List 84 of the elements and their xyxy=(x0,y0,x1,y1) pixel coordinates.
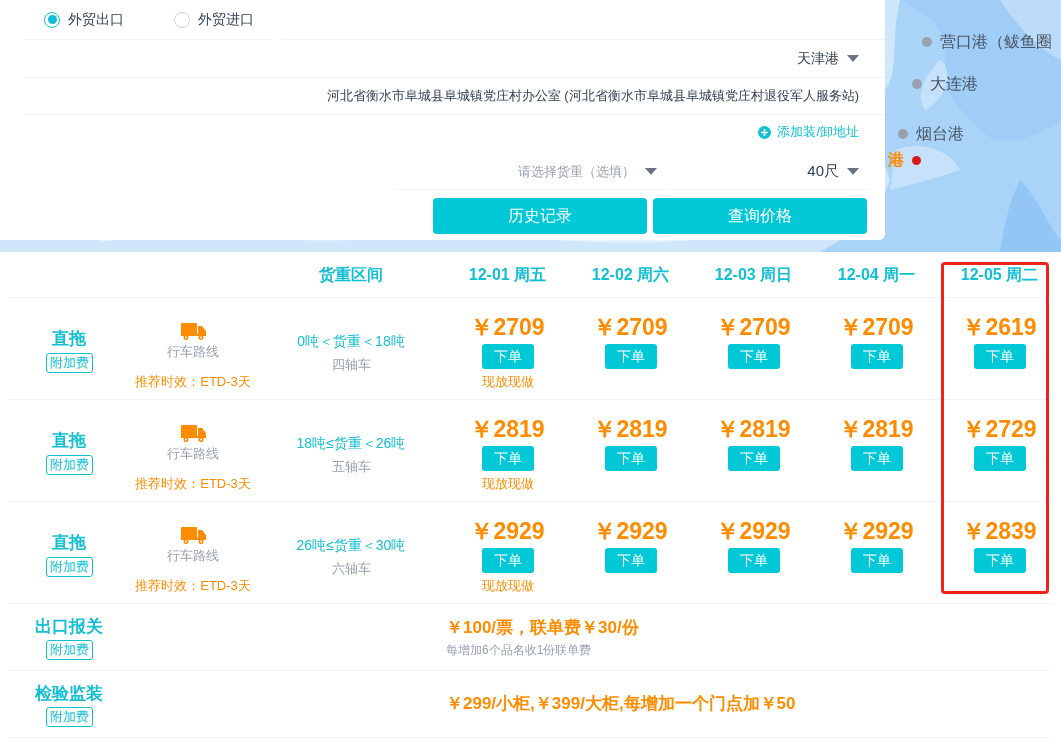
port-select[interactable]: 天津港 xyxy=(797,48,859,69)
map-label: 港 xyxy=(888,150,904,170)
order-button[interactable]: 下单 xyxy=(604,344,657,369)
add-address-link[interactable]: 添加装/卸地址 xyxy=(758,122,859,142)
price: ￥2929 xyxy=(839,517,914,546)
weight-range: 0吨＜货重＜18吨 xyxy=(297,332,405,351)
price: ￥2709 xyxy=(716,313,791,342)
map-label: 大连港 xyxy=(930,74,978,94)
order-button[interactable]: 下单 xyxy=(850,548,903,573)
weight-range: 18吨≤货重＜26吨 xyxy=(296,434,406,453)
fee-price: ￥299/小柜,￥399/大柜,每增加一个门点加￥50 xyxy=(446,693,797,716)
column-header: 货重区间 xyxy=(319,265,383,283)
transport-mode: 直拖 xyxy=(52,532,86,554)
route-link[interactable]: 行车路线 xyxy=(167,342,219,362)
action-button[interactable]: 查询价格 xyxy=(653,198,867,234)
eta-text: 推荐时效：ETD-3天 xyxy=(135,474,251,493)
order-button[interactable]: 下单 xyxy=(973,344,1026,369)
radio-option[interactable]: 外贸进口 xyxy=(174,9,254,30)
order-button[interactable]: 下单 xyxy=(973,446,1026,471)
order-button[interactable]: 下单 xyxy=(850,344,903,369)
fee-price: ￥100/票，联单费￥30/份 xyxy=(446,617,640,640)
surcharge-tag[interactable]: 附加费 xyxy=(45,707,93,728)
stock-note: 现放现做 xyxy=(481,475,534,493)
price: ￥2929 xyxy=(716,517,791,546)
stock-note: 现放现做 xyxy=(481,577,534,595)
truck-type: 六轴车 xyxy=(331,560,371,578)
eta-text: 推荐时效：ETD-3天 xyxy=(135,576,251,595)
caret-icon xyxy=(645,168,657,175)
date-header: 12-05 周二 xyxy=(960,265,1039,283)
price: ￥2929 xyxy=(470,517,545,546)
route-link[interactable]: 行车路线 xyxy=(167,546,219,566)
fee-name: 出口报关 xyxy=(35,615,103,638)
order-button[interactable]: 下单 xyxy=(727,548,780,573)
price: ￥2709 xyxy=(839,313,914,342)
date-header: 12-01 周五 xyxy=(468,265,547,283)
fee-name: 检验监装 xyxy=(35,682,103,705)
order-button[interactable]: 下单 xyxy=(481,344,534,369)
truck-type: 四轴车 xyxy=(331,356,371,374)
truck-icon xyxy=(180,323,206,340)
map-label: 营口港（鲅鱼圈 xyxy=(940,32,1052,52)
order-button[interactable]: 下单 xyxy=(850,446,903,471)
order-button[interactable]: 下单 xyxy=(727,446,780,471)
price: ￥2729 xyxy=(962,415,1037,444)
date-header: 12-02 周六 xyxy=(591,265,670,283)
fee-note: 每增加6个品名收1份联单费 xyxy=(446,641,593,659)
price: ￥2709 xyxy=(470,313,545,342)
surcharge-tag[interactable]: 附加费 xyxy=(45,454,93,475)
price: ￥2839 xyxy=(962,517,1037,546)
order-button[interactable]: 下单 xyxy=(481,446,534,471)
price: ￥2819 xyxy=(593,415,668,444)
truck-icon xyxy=(180,527,206,544)
price: ￥2819 xyxy=(470,415,545,444)
stock-note: 现放现做 xyxy=(481,373,534,391)
date-header: 12-04 周一 xyxy=(837,265,916,283)
date-header: 12-03 周日 xyxy=(714,265,793,283)
eta-text: 推荐时效：ETD-3天 xyxy=(135,372,251,391)
order-button[interactable]: 下单 xyxy=(604,548,657,573)
truck-type: 五轴车 xyxy=(331,458,371,476)
price: ￥2819 xyxy=(716,415,791,444)
address-text: 河北省衡水市阜城县阜城镇党庄村办公室 (河北省衡水市阜城县阜城镇党庄村退役军人服务站) xyxy=(326,87,859,106)
route-link[interactable]: 行车路线 xyxy=(167,444,219,464)
radio-option[interactable]: 外贸出口 xyxy=(44,9,124,30)
weight-select[interactable]: 请选择货重（选填） xyxy=(395,154,665,190)
price: ￥2929 xyxy=(593,517,668,546)
transport-mode: 直拖 xyxy=(52,430,86,452)
order-button[interactable]: 下单 xyxy=(481,548,534,573)
price: ￥2709 xyxy=(593,313,668,342)
surcharge-tag[interactable]: 附加费 xyxy=(45,556,93,577)
truck-icon xyxy=(180,425,206,442)
action-button[interactable]: 历史记录 xyxy=(433,198,647,234)
surcharge-tag[interactable]: 附加费 xyxy=(45,352,93,373)
plus-icon xyxy=(758,125,772,139)
container-select[interactable]: 40尺 xyxy=(667,154,868,190)
caret-icon xyxy=(847,168,859,175)
order-button[interactable]: 下单 xyxy=(604,446,657,471)
weight-range: 26吨≤货重＜30吨 xyxy=(296,536,406,555)
map-label: 烟台港 xyxy=(916,124,964,144)
order-button[interactable]: 下单 xyxy=(727,344,780,369)
order-button[interactable]: 下单 xyxy=(973,548,1026,573)
caret-icon xyxy=(847,55,859,62)
price: ￥2819 xyxy=(839,415,914,444)
price: ￥2619 xyxy=(962,313,1037,342)
surcharge-tag[interactable]: 附加费 xyxy=(45,640,93,661)
transport-mode: 直拖 xyxy=(52,328,86,350)
